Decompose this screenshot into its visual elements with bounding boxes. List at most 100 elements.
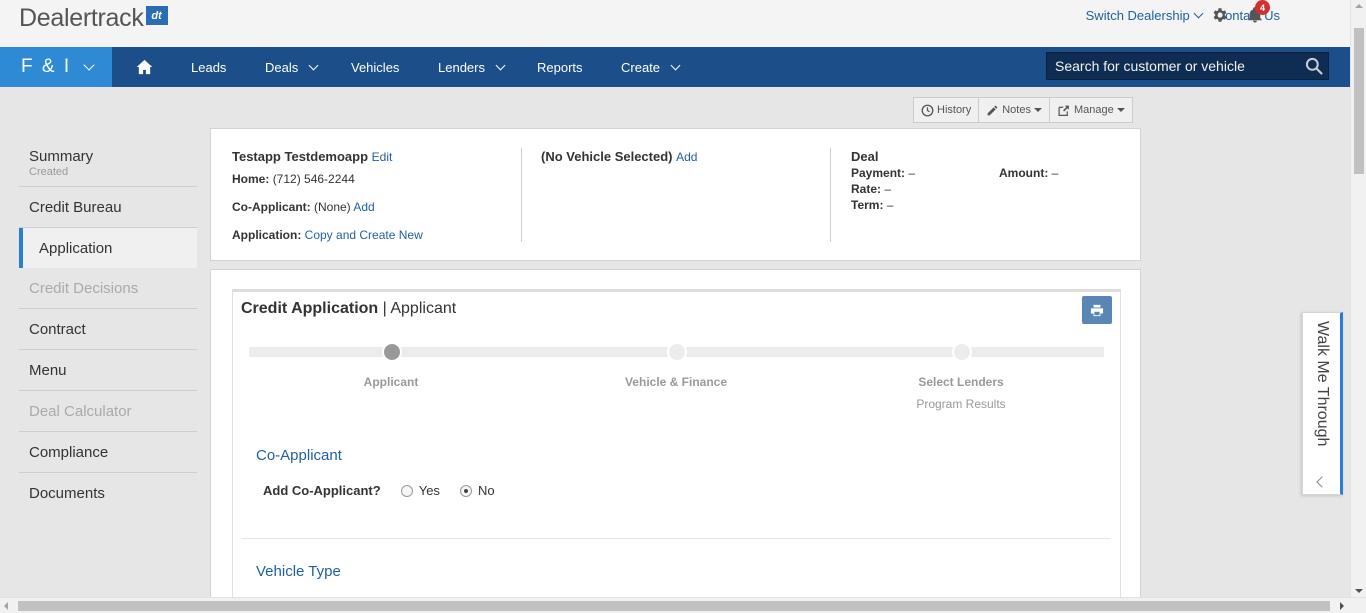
- home-button[interactable]: [112, 47, 176, 87]
- vertical-scroll-thumb[interactable]: [1354, 28, 1364, 174]
- edit-customer-link[interactable]: Edit: [372, 150, 393, 164]
- chevron-down-icon: [495, 60, 506, 70]
- nav-deals-label: Deals: [265, 59, 299, 75]
- sidebar-item-label: Credit Bureau: [29, 198, 122, 216]
- nav-lenders-label: Lenders: [438, 59, 485, 75]
- scroll-left-arrow-icon[interactable]: [4, 602, 8, 610]
- application-label: Application:: [232, 228, 302, 242]
- step-applicant-label[interactable]: Applicant: [311, 375, 471, 389]
- search-input[interactable]: [1055, 58, 1295, 74]
- sidebar-item-label: Application: [39, 239, 113, 257]
- scroll-right-arrow-icon[interactable]: [1340, 602, 1344, 610]
- manage-label: Manage: [1073, 104, 1114, 116]
- deal-title: Deal: [851, 149, 879, 164]
- printer-icon: [1090, 304, 1104, 316]
- manage-button[interactable]: Manage: [1048, 97, 1133, 123]
- switch-dealership-link[interactable]: Switch Dealership: [1085, 8, 1204, 23]
- module-switcher[interactable]: F & I: [0, 47, 112, 87]
- sidebar-item-label: Contract: [29, 320, 86, 338]
- home-phone-row: Home: (712) 546-2244: [232, 172, 423, 186]
- search-icon[interactable]: [1304, 56, 1324, 76]
- summary-status: Created: [29, 166, 69, 178]
- deal-toolbar: History Notes Manage: [913, 97, 1133, 123]
- add-vehicle-link[interactable]: Add: [676, 150, 697, 164]
- scroll-up-arrow-icon[interactable]: [1355, 4, 1363, 8]
- module-label: F & I: [21, 56, 72, 77]
- home-label: Home:: [232, 172, 270, 186]
- sidebar-item-application[interactable]: Application: [19, 228, 197, 268]
- credit-application-title: Credit Application: [241, 300, 379, 317]
- sidebar-item-documents[interactable]: Documents: [19, 473, 197, 514]
- history-button[interactable]: History: [913, 97, 980, 123]
- step-vehicle-finance-label[interactable]: Vehicle & Finance: [596, 375, 756, 389]
- nav-leads[interactable]: Leads: [191, 47, 226, 87]
- walk-me-through-label: Walk Me Through: [1314, 321, 1331, 447]
- coapplicant-label: Co-Applicant:: [232, 200, 311, 214]
- sidebar-item-contract[interactable]: Contract: [19, 309, 197, 350]
- credit-application-subtitle: | Applicant: [382, 300, 457, 317]
- divider: [521, 148, 522, 242]
- nav-reports[interactable]: Reports: [537, 47, 583, 87]
- rate-label: Rate:: [851, 182, 882, 196]
- no-label: No: [477, 483, 495, 498]
- vehicle-title: (No Vehicle Selected): [541, 149, 673, 164]
- chevron-left-icon: [1316, 476, 1328, 488]
- divider: [241, 538, 1111, 539]
- coapplicant-no-radio[interactable]: [459, 484, 472, 497]
- history-label: History: [937, 104, 972, 116]
- caret-down-icon: [1116, 108, 1125, 112]
- nav-create[interactable]: Create: [621, 47, 681, 87]
- sidebar-item-menu[interactable]: Menu: [19, 350, 197, 391]
- term-label: Term:: [851, 198, 884, 212]
- credit-application-card: Credit Application | Applicant Applicant…: [210, 269, 1141, 613]
- deal-sidebar: Summary Created Credit Bureau Applicatio…: [19, 140, 197, 514]
- logo-text: Dealertrack: [19, 4, 144, 32]
- sidebar-item-deal-calculator: Deal Calculator: [19, 391, 197, 432]
- horizontal-scrollbar[interactable]: [0, 597, 1366, 613]
- pencil-icon: [987, 105, 998, 115]
- horizontal-scroll-thumb[interactable]: [18, 601, 1330, 611]
- divider: [830, 148, 831, 242]
- add-coapplicant-label: Add Co-Applicant?: [263, 483, 381, 498]
- caret-down-icon: [1033, 108, 1042, 112]
- nav-reports-label: Reports: [537, 59, 583, 75]
- step-select-lenders-label[interactable]: Select Lenders: [881, 375, 1041, 389]
- customer-name-row: Testapp Testdemoapp Edit: [232, 149, 423, 164]
- notes-label: Notes: [1002, 104, 1031, 116]
- search-box: [1046, 52, 1329, 80]
- copy-create-new-link[interactable]: Copy and Create New: [305, 228, 423, 242]
- top-bar: Dealertrack dt Switch Dealership Contact…: [0, 0, 1350, 47]
- payment-label: Payment:: [851, 166, 906, 180]
- dealertrack-logo[interactable]: Dealertrack dt: [19, 4, 168, 33]
- sidebar-item-label: Compliance: [29, 443, 109, 461]
- print-button[interactable]: [1082, 296, 1112, 324]
- gear-icon[interactable]: [1211, 6, 1229, 24]
- logo-badge: dt: [145, 6, 168, 25]
- switch-dealership-label: Switch Dealership: [1085, 8, 1190, 23]
- scroll-down-arrow-icon[interactable]: [1355, 589, 1363, 593]
- payment-value: –: [908, 166, 916, 180]
- application-row: Application: Copy and Create New: [232, 228, 423, 242]
- nav-vehicles[interactable]: Vehicles: [351, 47, 399, 87]
- add-coapplicant-link[interactable]: Add: [353, 200, 374, 214]
- nav-deals[interactable]: Deals: [265, 47, 319, 87]
- sidebar-item-credit-bureau[interactable]: Credit Bureau: [19, 187, 197, 228]
- amount-value: –: [1051, 166, 1059, 180]
- chevron-down-icon: [1193, 8, 1204, 19]
- sidebar-item-label: Summary: [29, 148, 94, 165]
- sidebar-item-label: Menu: [29, 361, 67, 379]
- notes-button[interactable]: Notes: [978, 97, 1050, 123]
- sidebar-item-summary[interactable]: Summary Created: [19, 140, 197, 187]
- vertical-scrollbar[interactable]: [1350, 0, 1366, 597]
- coapplicant-row: Co-Applicant: (None) Add: [232, 200, 423, 214]
- rate-value: –: [884, 182, 892, 196]
- nav-lenders[interactable]: Lenders: [438, 47, 506, 87]
- deal-column: Deal Payment: – Amount: – Rate: – Term: …: [851, 149, 1121, 216]
- deal-details: Payment: – Amount: – Rate: – Term: –: [851, 166, 1121, 216]
- nav-leads-label: Leads: [191, 59, 227, 75]
- coapplicant-yes-radio[interactable]: [400, 484, 413, 497]
- walk-me-through-tab[interactable]: Walk Me Through: [1302, 312, 1343, 495]
- nav-vehicles-label: Vehicles: [351, 59, 400, 75]
- step-select-lenders-dot: [952, 342, 972, 362]
- sidebar-item-compliance[interactable]: Compliance: [19, 432, 197, 473]
